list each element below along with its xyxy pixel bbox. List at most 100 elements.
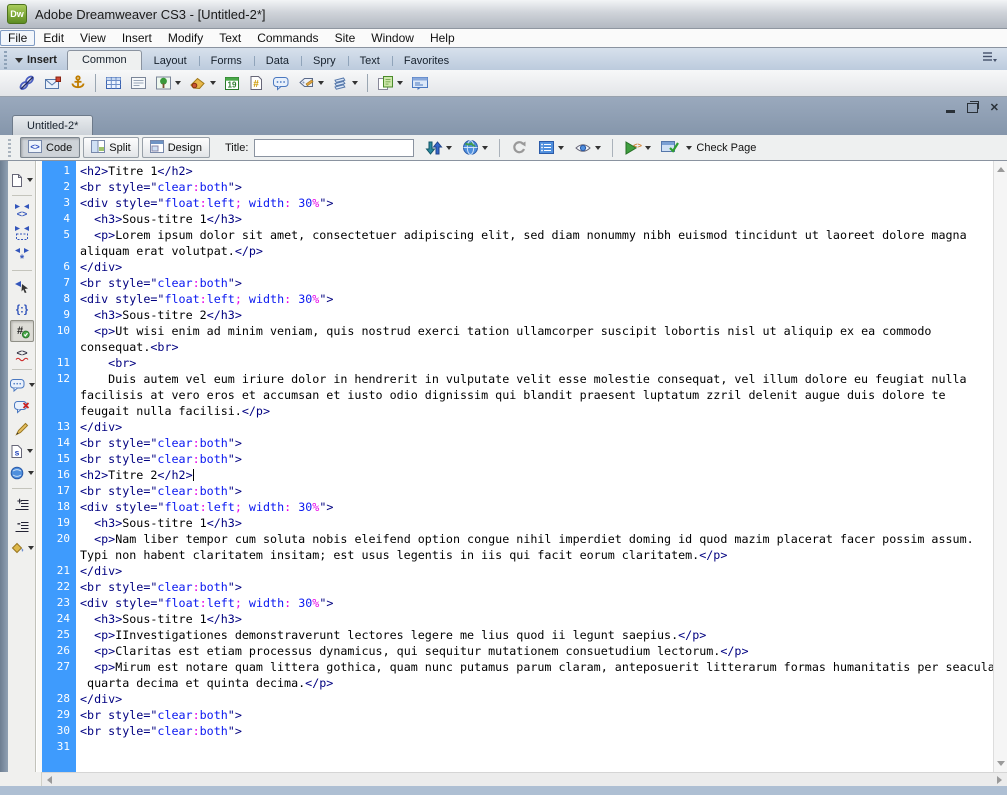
- hyperlink-button[interactable]: [14, 72, 40, 94]
- menu-site[interactable]: Site: [327, 30, 364, 46]
- remove-comment-icon: [13, 400, 30, 415]
- preview-browser-button[interactable]: [458, 138, 492, 158]
- design-view-button[interactable]: Design: [141, 137, 210, 158]
- apply-comment-button[interactable]: [9, 375, 35, 395]
- main-area: <> * {:} # <> s + - 1 <h2>Titre 1</h2> 2 <br style…: [0, 161, 1007, 774]
- chevron-down-icon: [482, 145, 489, 150]
- code-row: 19 <h3>Sous-titre 1</h3>: [42, 515, 993, 531]
- panel-options-menu-icon[interactable]: [981, 50, 997, 67]
- check-page-button[interactable]: Check Page: [656, 139, 761, 157]
- view-options-button[interactable]: [534, 138, 568, 158]
- horizontal-scrollbar[interactable]: [42, 772, 1007, 787]
- tab-common[interactable]: Common: [66, 50, 142, 70]
- line-number: 20: [56, 532, 70, 545]
- menu-view[interactable]: View: [72, 30, 114, 46]
- code-view-icon: <>: [28, 139, 42, 156]
- insert-bar-grip[interactable]: [2, 48, 9, 70]
- named-anchor-icon: [70, 75, 86, 91]
- menu-commands[interactable]: Commands: [249, 30, 326, 46]
- collapse-selection-button[interactable]: [11, 223, 33, 243]
- media-button[interactable]: [185, 72, 220, 94]
- scroll-left-icon[interactable]: [47, 776, 52, 784]
- line-number: 27: [56, 660, 70, 673]
- move-convert-css-button[interactable]: [10, 463, 34, 483]
- tab-layout[interactable]: Layout: [142, 52, 199, 70]
- insert-div-button[interactable]: [126, 72, 151, 94]
- outdent-code-button[interactable]: -: [11, 516, 33, 536]
- scroll-right-icon[interactable]: [997, 776, 1002, 784]
- line-number: 9: [63, 308, 70, 321]
- collapse-full-tag-button[interactable]: <>: [11, 201, 33, 221]
- document-title-input[interactable]: [254, 138, 415, 157]
- code-row: 4 <h3>Sous-titre 1</h3>: [42, 211, 993, 227]
- menu-modify[interactable]: Modify: [160, 30, 211, 46]
- line-numbers-button[interactable]: #: [9, 320, 34, 342]
- line-number: 11: [56, 356, 70, 369]
- insert-bar: Insert Common Layout Forms Data Spry Text Favo…: [0, 48, 1007, 70]
- menu-window[interactable]: Window: [363, 30, 422, 46]
- recent-snippets-button[interactable]: s: [11, 441, 33, 461]
- menu-text[interactable]: Text: [211, 30, 249, 46]
- code-row: quarta decima et quinta decima.</p>: [42, 675, 993, 691]
- indent-code-button[interactable]: +: [11, 494, 33, 514]
- code-line-text: consequat.<br>: [80, 340, 179, 354]
- line-number: 12: [56, 372, 70, 385]
- insert-bar-title[interactable]: Insert: [9, 54, 67, 70]
- balance-braces-button[interactable]: {:}: [11, 298, 33, 318]
- wrap-tag-button[interactable]: [11, 419, 33, 439]
- date-button[interactable]: 19: [220, 72, 244, 94]
- head-tags-button[interactable]: [294, 72, 328, 94]
- tab-spry[interactable]: Spry: [301, 52, 348, 70]
- select-parent-tag-button[interactable]: [11, 276, 33, 296]
- svg-text:#: #: [253, 79, 259, 90]
- split-view-label: Split: [109, 141, 131, 154]
- named-anchor-button[interactable]: [66, 72, 90, 94]
- code-line-text: Typi non habent claritatem insitam; est …: [80, 548, 728, 562]
- menu-file[interactable]: File: [0, 30, 36, 46]
- tag-chooser-button[interactable]: [407, 72, 433, 94]
- expand-all-button[interactable]: *: [11, 245, 33, 265]
- images-button[interactable]: [151, 72, 185, 94]
- svg-text:<>: <>: [16, 348, 28, 359]
- menu-insert[interactable]: Insert: [114, 30, 160, 46]
- validate-markup-button[interactable]: <>: [620, 138, 655, 158]
- tab-text[interactable]: Text: [347, 52, 392, 70]
- minimize-icon[interactable]: [945, 109, 955, 113]
- email-link-button[interactable]: [40, 72, 66, 94]
- format-source-code-button[interactable]: [11, 538, 34, 558]
- highlight-invalid-code-button[interactable]: <>: [11, 344, 33, 364]
- document-tab[interactable]: Untitled-2*: [12, 115, 94, 135]
- scroll-down-icon[interactable]: [997, 761, 1005, 766]
- vertical-scrollbar[interactable]: [993, 161, 1007, 772]
- visual-aids-button[interactable]: [570, 138, 605, 158]
- code-line-text: <h3>Sous-titre 1</h3>: [94, 612, 242, 626]
- menu-edit[interactable]: Edit: [35, 30, 72, 46]
- code-view-button[interactable]: <> Code: [20, 137, 81, 158]
- insert-bar-label: Insert: [27, 54, 57, 66]
- refresh-button[interactable]: [507, 138, 532, 158]
- table-button[interactable]: [101, 72, 126, 94]
- file-management-button[interactable]: [421, 138, 456, 158]
- code-row: 27 <p>Mirum est notare quam littera goth…: [42, 659, 993, 675]
- chevron-down-icon: [595, 145, 602, 150]
- script-button[interactable]: [328, 72, 362, 94]
- tab-data[interactable]: Data: [253, 52, 301, 70]
- document-toolbar-grip[interactable]: [8, 138, 14, 157]
- svg-text:<>: <>: [16, 209, 27, 219]
- server-side-include-button[interactable]: #: [244, 72, 268, 94]
- remove-comment-button[interactable]: [11, 397, 33, 417]
- restore-icon[interactable]: [966, 101, 979, 113]
- close-icon[interactable]: ✕: [990, 103, 999, 114]
- tab-favorites[interactable]: Favorites: [391, 52, 461, 70]
- tab-forms[interactable]: Forms: [198, 52, 254, 70]
- code-editor[interactable]: 1 <h2>Titre 1</h2> 2 <br style="clear:both"…: [42, 161, 993, 774]
- split-view-button[interactable]: Split: [83, 137, 139, 158]
- menu-help[interactable]: Help: [422, 30, 463, 46]
- scroll-up-icon[interactable]: [997, 167, 1005, 172]
- templates-button[interactable]: [373, 72, 407, 94]
- code-line-text: <h3>Sous-titre 1</h3>: [94, 516, 242, 530]
- comment-button[interactable]: [268, 72, 294, 94]
- code-row: 9 <h3>Sous-titre 2</h3>: [42, 307, 993, 323]
- comment-icon: [272, 75, 290, 91]
- open-documents-button[interactable]: [11, 170, 33, 190]
